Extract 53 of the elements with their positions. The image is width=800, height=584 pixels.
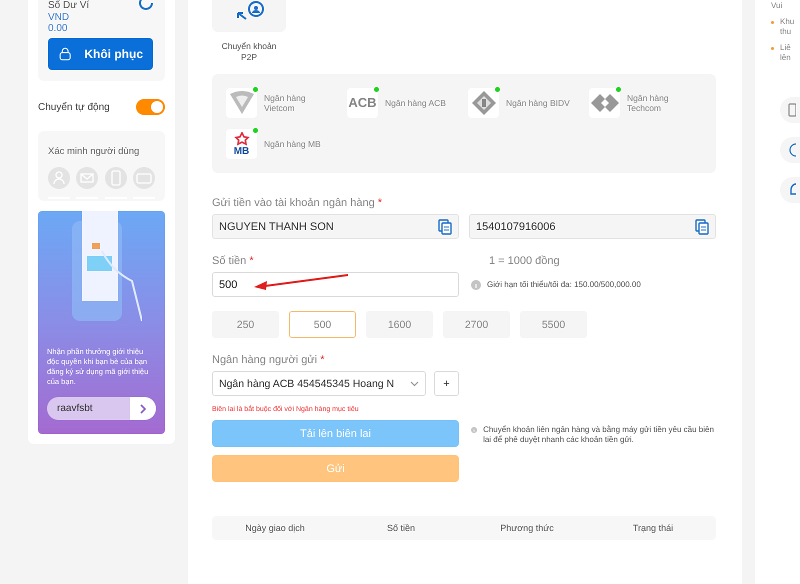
amount-preset-chip[interactable]: 2700 [443,311,510,338]
column-header: Ngày giao dịch [244,523,306,533]
bullet-text: lên [780,53,791,63]
bank-option[interactable]: Ngân hàng Vietcom [226,86,347,120]
upload-note: Chuyển khoản liên ngân hàng và bằng máy gửi tiền yêu cầu biên lai để phê duyệt nhanh các khoản tiền gửi. [483,425,715,445]
verification-title: Xác minh người dùng [48,146,140,157]
bullet-dot [771,47,774,50]
bank-logo: ACB [348,95,377,110]
bank-option[interactable]: Ngân hàng Techcom [589,86,710,120]
bank-option[interactable]: ACB Ngân hàng ACB [347,86,468,120]
bullet-text: Liê [780,43,791,53]
currency-label: VND [48,12,70,23]
chevron-down-icon [410,380,419,386]
bullet-text: Khu [780,17,794,27]
bank-option[interactable]: MB Ngân hàng MB [226,128,347,161]
account-name-field[interactable]: NGUYEN THANH SON [212,214,459,239]
sender-bank-label: Ngân hàng người gửi * [212,354,326,366]
v-shield-logo-icon [228,90,254,115]
auto-transfer-switch[interactable] [136,99,165,115]
bullet-dot [771,21,774,24]
exchange-rate-text: 1 = 1000 đồng [488,255,561,267]
bullet-text: thu [780,27,792,37]
restore-button[interactable]: Khôi phục [48,38,153,70]
upload-receipt-button[interactable]: Tải lên biên lai [212,420,459,447]
referral-code-field[interactable]: raavfsbt [47,397,156,420]
diamonds-logo-icon [590,92,620,113]
chevron-right-icon[interactable] [139,404,147,414]
copy-icon[interactable] [695,218,709,234]
phone-icon [788,103,796,117]
column-header: Trạng thái [632,523,674,533]
column-header: Phương thức [499,523,555,533]
amount-label: Số tiền * [212,255,255,267]
amount-limit-text: Giới hạn tối thiểu/tối đa: 150.00/500,000.00 [487,280,641,290]
sender-bank-select[interactable]: Ngân hàng ACB 454545345 Hoang N [212,371,426,396]
amount-preset-chip[interactable]: 5500 [520,311,587,338]
account-number-field[interactable]: 1540107916006 [469,214,716,239]
wallet-title: Số Dư Ví [48,0,90,12]
p2p-method-label: Chuyển khoản P2P [220,41,278,63]
add-bank-button[interactable]: + [434,371,459,396]
p2p-method-tile[interactable] [212,0,286,32]
copy-icon[interactable] [438,218,452,234]
balance-value: 0.00 [48,23,68,34]
amount-preset-chip[interactable]: 250 [212,311,279,338]
amount-preset-chip[interactable]: 500 [289,311,356,338]
bank-logo: MB [234,132,250,156]
target-account-label: Gửi tiền vào tài khoản ngân hàng * [212,197,384,209]
diamond-logo-icon [470,90,496,116]
info-heading: Vui [771,1,784,11]
auto-transfer-label: Chuyển tự động [38,102,110,112]
amount-preset-chip[interactable]: 1600 [366,311,433,338]
amount-input[interactable]: 500 [212,272,459,297]
column-header: Số tiền [386,523,416,533]
bank-option[interactable]: Ngân hàng BIDV [468,86,589,120]
